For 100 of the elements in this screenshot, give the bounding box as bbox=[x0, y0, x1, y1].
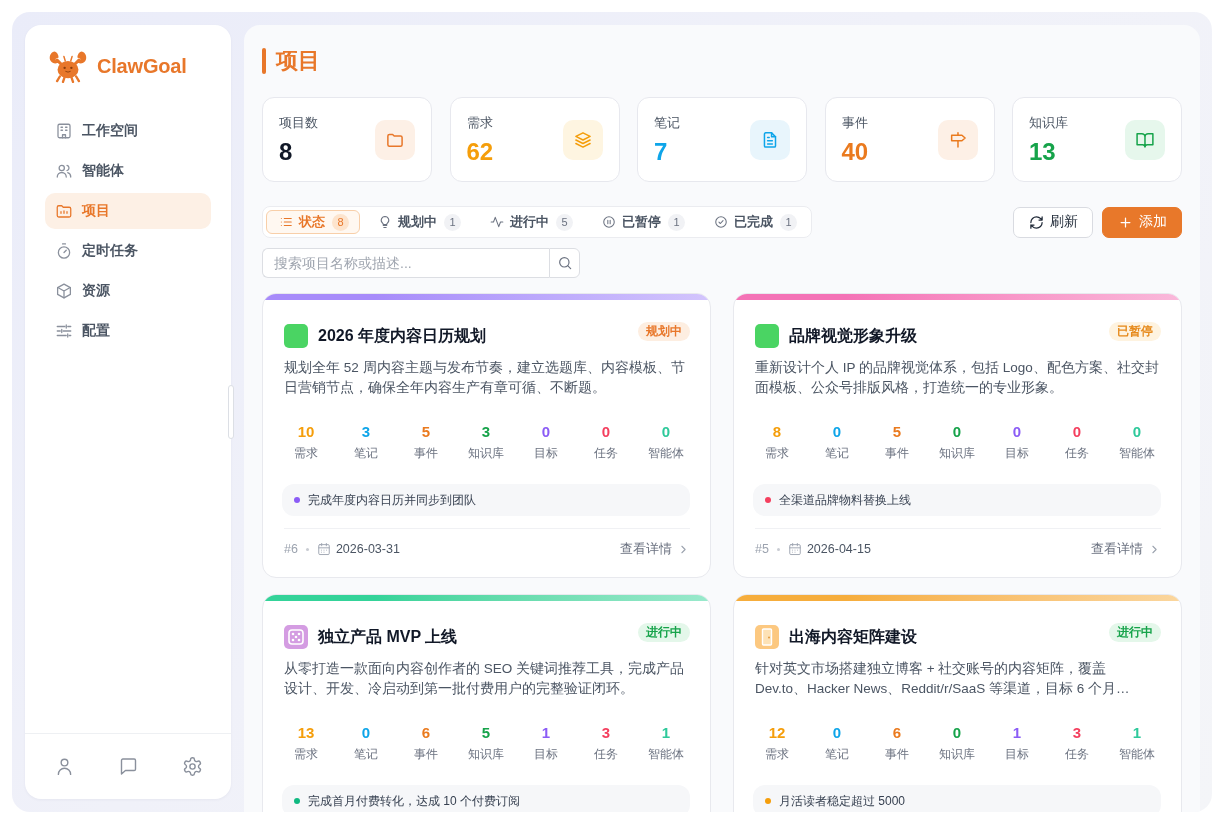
separator-dot-icon bbox=[776, 547, 780, 551]
project-title: 出海内容矩阵建设 bbox=[789, 627, 918, 647]
project-title: 独立产品 MVP 上线 bbox=[318, 627, 459, 647]
count-badge: 8 bbox=[332, 213, 349, 231]
metric-value: 8 bbox=[771, 422, 783, 442]
milestone-text: 完成首月付费转化，达成 10 个付费订阅 bbox=[308, 792, 520, 810]
metric-value: 10 bbox=[296, 422, 316, 442]
metric-label: 知识库 bbox=[938, 445, 976, 462]
metric-value: 12 bbox=[767, 723, 787, 743]
metric-label: 笔记 bbox=[824, 445, 850, 462]
milestone-text: 完成年度内容日历并同步到团队 bbox=[308, 491, 476, 509]
metric-value: 0 bbox=[831, 723, 843, 743]
status-badge: 已暂停 bbox=[1109, 322, 1161, 341]
search-button[interactable] bbox=[549, 248, 580, 278]
project-number: #6 bbox=[284, 542, 298, 556]
metric-value: 0 bbox=[360, 723, 372, 743]
calendar-icon bbox=[787, 542, 802, 556]
folder-icon bbox=[375, 119, 415, 160]
metric-label: 笔记 bbox=[824, 746, 850, 763]
plus-icon bbox=[1118, 214, 1133, 230]
view-details-link[interactable]: 查看详情 bbox=[620, 540, 690, 558]
metric-value: 0 bbox=[1071, 422, 1083, 442]
folder-icon bbox=[55, 202, 73, 220]
stat-label: 事件 bbox=[841, 113, 869, 132]
project-description: 规划全年 52 周内容主题与发布节奏，建立选题库、内容模板、节日营销节点，确保全年内容生产有章可循、不断题。 bbox=[284, 359, 686, 397]
metric-label: 智能体 bbox=[647, 746, 685, 763]
metric-value: 5 bbox=[891, 422, 903, 442]
users-icon bbox=[55, 162, 73, 180]
metric-value: 0 bbox=[831, 422, 843, 442]
view-details-link[interactable]: 查看详情 bbox=[1091, 540, 1161, 558]
page-title: 项目 bbox=[276, 48, 320, 74]
metric-label: 事件 bbox=[413, 746, 439, 763]
search-field[interactable]: 搜索项目名称或描述... bbox=[262, 248, 549, 278]
stat-value: 8 bbox=[279, 137, 294, 166]
metric-label: 事件 bbox=[413, 445, 439, 462]
calendar-icon bbox=[316, 542, 331, 556]
settings-icon[interactable] bbox=[181, 756, 203, 777]
metric-label: 笔记 bbox=[353, 445, 379, 462]
filter-tab[interactable]: 已完成 1 bbox=[701, 210, 808, 234]
metric-label: 智能体 bbox=[1118, 445, 1156, 462]
check-circle-icon bbox=[714, 215, 728, 229]
metric-value: 5 bbox=[420, 422, 432, 442]
resize-handle[interactable] bbox=[228, 385, 234, 439]
metric-label: 任务 bbox=[593, 445, 619, 462]
metric-label: 目标 bbox=[533, 746, 559, 763]
metric-label: 需求 bbox=[293, 445, 319, 462]
metric-value: 3 bbox=[1071, 723, 1083, 743]
separator-dot-icon bbox=[305, 547, 309, 551]
app-name: ClawGoal bbox=[97, 54, 187, 78]
project-description: 针对英文市场搭建独立博客 + 社交账号的内容矩阵，覆盖 Dev.to、Hacker News、Reddit/r/SaaS 等渠道，目标 6 个月… bbox=[755, 660, 1131, 698]
status-badge: 规划中 bbox=[638, 322, 690, 341]
stat-label: 知识库 bbox=[1029, 113, 1068, 132]
refresh-icon bbox=[1029, 214, 1044, 230]
sidebar-item[interactable]: 智能体 bbox=[45, 153, 211, 189]
metric-value: 0 bbox=[951, 422, 963, 442]
timer-icon bbox=[55, 242, 73, 260]
sidebar-item[interactable]: 资源 bbox=[45, 273, 211, 309]
metric-label: 智能体 bbox=[647, 445, 685, 462]
metric-label: 任务 bbox=[1064, 746, 1090, 763]
metric-value: 1 bbox=[540, 723, 552, 743]
project-description: 从零打造一款面向内容创作者的 SEO 关键词推荐工具，完成产品设计、开发、冷启动到第一批付费用户的完整验证闭环。 bbox=[284, 660, 685, 698]
sidebar-item[interactable]: 工作空间 bbox=[45, 113, 211, 149]
metric-value: 6 bbox=[891, 723, 903, 743]
metric-label: 事件 bbox=[884, 445, 910, 462]
milestone-text: 月活读者稳定超过 5000 bbox=[779, 792, 906, 810]
due-date: 2026-04-15 bbox=[806, 542, 871, 556]
due-date: 2026-03-31 bbox=[335, 542, 400, 556]
count-badge: 1 bbox=[444, 213, 461, 231]
refresh-button[interactable]: 刷新 bbox=[1013, 206, 1093, 238]
metric-label: 任务 bbox=[593, 746, 619, 763]
filter-tab[interactable]: 规划中 1 bbox=[365, 210, 472, 234]
stat-label: 项目数 bbox=[279, 113, 318, 132]
metric-value: 0 bbox=[600, 422, 612, 442]
metric-value: 1 bbox=[1011, 723, 1023, 743]
metric-label: 知识库 bbox=[938, 746, 976, 763]
metric-label: 目标 bbox=[533, 445, 559, 462]
filter-tab[interactable]: 进行中 5 bbox=[477, 210, 584, 234]
sidebar-item[interactable]: 定时任务 bbox=[45, 233, 211, 269]
metric-value: 0 bbox=[540, 422, 552, 442]
metric-label: 智能体 bbox=[1118, 746, 1156, 763]
metric-label: 需求 bbox=[293, 746, 319, 763]
signpost-icon bbox=[937, 119, 978, 160]
metric-label: 任务 bbox=[1064, 445, 1090, 462]
milestone-text: 全渠道品牌物料替换上线 bbox=[779, 491, 911, 509]
metric-label: 需求 bbox=[764, 445, 790, 462]
stat-value: 40 bbox=[841, 137, 869, 166]
building-icon bbox=[55, 122, 73, 140]
metric-label: 知识库 bbox=[467, 746, 505, 763]
metric-value: 6 bbox=[420, 723, 432, 743]
project-number: #5 bbox=[755, 542, 769, 556]
count-badge: 1 bbox=[780, 213, 797, 231]
activity-icon bbox=[490, 215, 504, 229]
filter-tab[interactable]: 已暂停 1 bbox=[589, 210, 696, 234]
metric-label: 目标 bbox=[1004, 445, 1030, 462]
stat-label: 笔记 bbox=[654, 113, 680, 132]
sidebar-item[interactable]: 配置 bbox=[45, 313, 211, 349]
stat-value: 62 bbox=[466, 137, 494, 166]
metric-value: 3 bbox=[600, 723, 612, 743]
list-icon bbox=[279, 215, 293, 229]
metric-value: 0 bbox=[951, 723, 963, 743]
